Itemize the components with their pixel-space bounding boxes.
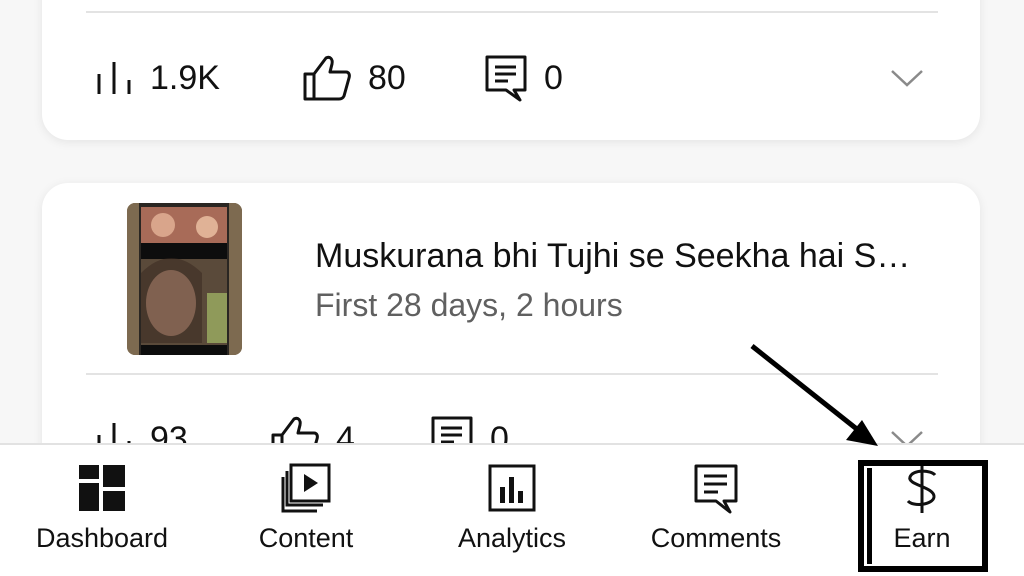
nav-item-dashboard[interactable]: Dashboard — [22, 445, 182, 576]
chevron-down-icon[interactable] — [890, 68, 924, 88]
video-period: First 28 days, 2 hours — [315, 287, 623, 323]
metrics-row: 1.9K 80 0 — [94, 48, 914, 108]
card-divider — [86, 11, 938, 13]
card-divider — [86, 373, 938, 375]
annotation-highlight-bar — [867, 468, 872, 564]
comments-icon — [694, 464, 738, 514]
content-icon — [281, 463, 331, 513]
video-title[interactable]: Muskurana bhi Tujhi se Seekha hai S… — [315, 237, 910, 276]
nav-item-comments[interactable]: Comments — [636, 445, 796, 576]
annotation-highlight-box — [858, 460, 988, 572]
views-metric: 1.9K — [94, 48, 220, 108]
nav-item-content[interactable]: Content — [226, 445, 386, 576]
views-icon — [97, 62, 131, 94]
comments-count: 0 — [544, 58, 563, 97]
views-count: 1.9K — [150, 58, 220, 97]
nav-label: Analytics — [457, 523, 567, 553]
comment-icon — [485, 55, 527, 102]
video-thumbnail[interactable] — [127, 203, 242, 355]
nav-item-analytics[interactable]: Analytics — [432, 445, 592, 576]
likes-metric: 80 — [302, 48, 406, 108]
thumbs-up-icon — [303, 55, 351, 101]
likes-count: 80 — [368, 58, 406, 97]
comments-metric: 0 — [484, 48, 563, 108]
nav-label: Comments — [650, 523, 782, 553]
video-card: 1.9K 80 0 — [42, 0, 980, 140]
thumbnail-image — [127, 203, 242, 355]
nav-label: Content — [258, 523, 354, 553]
analytics-icon — [488, 464, 536, 512]
nav-label: Dashboard — [35, 523, 169, 553]
dashboard-icon — [79, 465, 125, 511]
